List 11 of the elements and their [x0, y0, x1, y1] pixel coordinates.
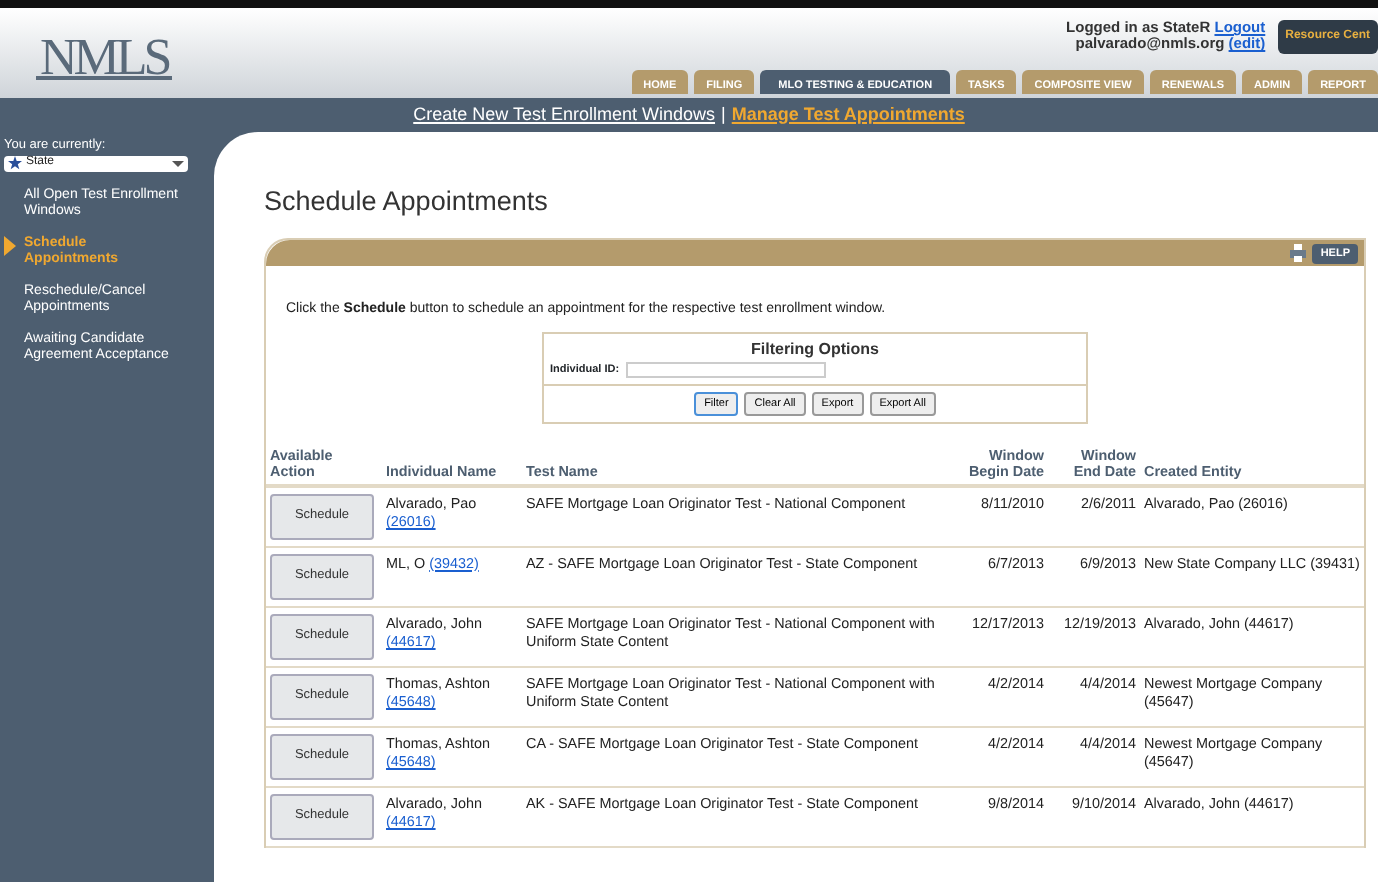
star-icon	[8, 156, 22, 171]
subnav-link[interactable]: Create New Test Enrollment Windows	[413, 101, 716, 129]
dropdown-caret-icon	[172, 157, 184, 170]
printer-icon[interactable]	[1290, 244, 1307, 263]
nmls-logo[interactable]: NMLS	[36, 16, 173, 80]
subnav-link[interactable]: Manage Test Appointments	[731, 101, 965, 129]
filter-title: Filtering Options	[749, 337, 881, 362]
pointer-icon	[4, 235, 16, 256]
individual-id-field[interactable]	[625, 361, 826, 378]
separator: |	[721, 101, 726, 128]
page-title: Schedule Appointments	[264, 186, 550, 219]
